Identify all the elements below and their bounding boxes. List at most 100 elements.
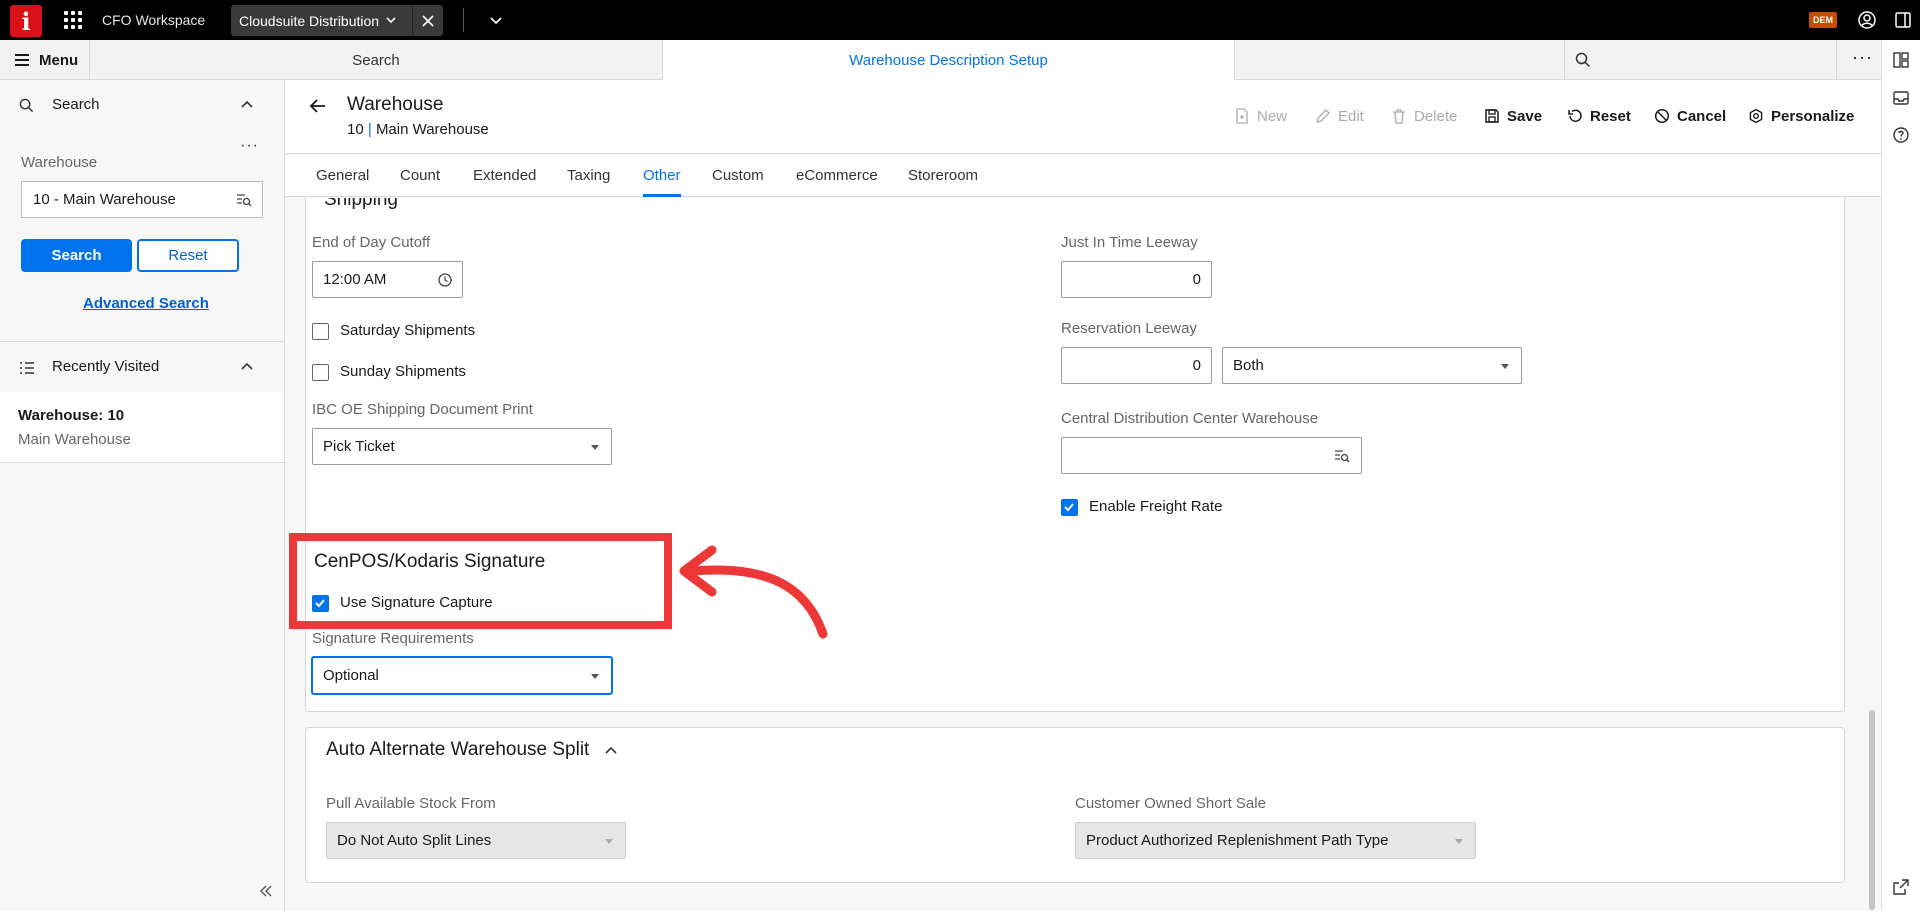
pull-stock-select[interactable]: Do Not Auto Split Lines: [326, 822, 626, 859]
saturday-shipments-label: Saturday Shipments: [340, 322, 476, 339]
pull-stock-label: Pull Available Stock From: [326, 795, 496, 812]
nav-tab-warehouse-setup[interactable]: Warehouse Description Setup: [663, 40, 1235, 80]
cancel-button[interactable]: Cancel: [1654, 105, 1726, 127]
reset-search-button[interactable]: Reset: [137, 239, 239, 272]
shipping-section-title: Shipping: [324, 198, 398, 210]
search-icon: [19, 98, 34, 113]
help-icon[interactable]: [1892, 126, 1910, 144]
enable-freight-rate-label: Enable Freight Rate: [1089, 498, 1223, 515]
search-section-header[interactable]: Search: [0, 80, 284, 130]
global-search-input[interactable]: [1564, 40, 1837, 80]
tab-count[interactable]: Count: [400, 167, 440, 197]
personalize-label: Personalize: [1771, 107, 1855, 125]
lookup-icon[interactable]: [1334, 449, 1350, 463]
layout-panels-icon[interactable]: [1892, 51, 1910, 69]
recently-visited-title: Recently Visited: [52, 358, 160, 375]
cancel-label: Cancel: [1677, 107, 1727, 125]
settings-icon: [1749, 108, 1763, 124]
new-label: New: [1257, 107, 1288, 125]
customer-short-sale-value: Product Authorized Replenishment Path Ty…: [1086, 832, 1389, 849]
open-app-tab[interactable]: Cloudsuite Distribution: [231, 5, 443, 36]
back-arrow-icon[interactable]: [309, 97, 327, 115]
chevron-up-icon[interactable]: [240, 360, 254, 374]
reservation-leeway-field[interactable]: 0: [1061, 347, 1212, 384]
jit-leeway-label: Just In Time Leeway: [1061, 234, 1198, 251]
chevron-up-icon[interactable]: [604, 744, 618, 758]
nav-tab-search[interactable]: Search: [90, 40, 663, 80]
pull-stock-value: Do Not Auto Split Lines: [337, 832, 492, 849]
new-button[interactable]: New: [1234, 105, 1287, 127]
warehouse-search-value: 10 - Main Warehouse: [33, 191, 176, 208]
jit-leeway-field[interactable]: 0: [1061, 261, 1212, 298]
tab-extended[interactable]: Extended: [473, 167, 536, 197]
saturday-shipments-checkbox[interactable]: [312, 323, 329, 340]
list-icon: [20, 362, 34, 374]
tab-general[interactable]: General: [316, 167, 369, 197]
reservation-type-value: Both: [1233, 357, 1264, 374]
collapse-panel-icon[interactable]: [258, 883, 274, 899]
tab-storeroom[interactable]: Storeroom: [908, 167, 978, 197]
external-link-icon[interactable]: [1892, 878, 1910, 896]
delete-label: Delete: [1414, 107, 1458, 125]
user-profile-icon[interactable]: [1857, 10, 1877, 30]
app-launcher-icon[interactable]: [64, 11, 82, 29]
clock-icon[interactable]: [437, 272, 453, 288]
save-icon: [1485, 109, 1499, 123]
recent-item[interactable]: Warehouse: 10 Main Warehouse: [0, 392, 284, 463]
search-icon: [1575, 52, 1591, 68]
close-tab-button[interactable]: [412, 5, 443, 36]
form-tabs: General Count Extended Taxing Other Cust…: [285, 155, 1881, 197]
inbox-icon[interactable]: [1892, 89, 1910, 107]
dropdown-caret-icon: [1455, 839, 1463, 844]
lookup-icon[interactable]: [236, 193, 252, 207]
annotation-arrow-icon: [679, 545, 828, 639]
signature-requirements-select[interactable]: Optional: [312, 657, 612, 694]
reservation-type-select[interactable]: Both: [1222, 347, 1522, 384]
customer-short-sale-select[interactable]: Product Authorized Replenishment Path Ty…: [1075, 822, 1476, 859]
search-options-icon[interactable]: ···: [240, 137, 259, 155]
search-button[interactable]: Search: [21, 239, 132, 272]
tab-other[interactable]: Other: [643, 167, 681, 197]
end-of-day-cutoff-field[interactable]: 12:00 AM: [312, 261, 463, 298]
vertical-scrollbar[interactable]: [1869, 710, 1875, 910]
sunday-shipments-checkbox[interactable]: [312, 364, 329, 381]
delete-button[interactable]: Delete: [1391, 105, 1457, 127]
customer-short-sale-label: Customer Owned Short Sale: [1075, 795, 1266, 812]
ibc-doc-print-value: Pick Ticket: [323, 438, 395, 455]
personalize-button[interactable]: Personalize: [1748, 105, 1854, 127]
more-options-icon[interactable]: ···: [1852, 48, 1872, 68]
edit-button[interactable]: Edit: [1315, 105, 1364, 127]
end-of-day-cutoff-label: End of Day Cutoff: [312, 234, 431, 251]
reset-button[interactable]: Reset: [1567, 105, 1631, 127]
tab-ecommerce[interactable]: eCommerce: [796, 167, 878, 197]
infor-logo[interactable]: i: [10, 5, 42, 37]
recently-visited-header[interactable]: Recently Visited: [0, 342, 284, 392]
save-button[interactable]: Save: [1484, 105, 1542, 127]
chevron-down-icon[interactable]: [384, 13, 398, 27]
recent-item-subtitle: Main Warehouse: [18, 431, 131, 448]
dropdown-caret-icon: [1501, 364, 1509, 369]
dropdown-caret-icon: [591, 674, 599, 679]
tabs-overflow-chevron-icon[interactable]: [488, 12, 504, 28]
main-content: Warehouse 10 | Main Warehouse New Edit D…: [285, 80, 1881, 911]
edit-label: Edit: [1338, 107, 1364, 125]
menu-button[interactable]: Menu: [0, 40, 90, 80]
open-app-tab-label: Cloudsuite Distribution: [239, 12, 380, 29]
ibc-doc-print-select[interactable]: Pick Ticket: [312, 428, 612, 465]
warehouse-search-field[interactable]: 10 - Main Warehouse: [21, 181, 263, 218]
enable-freight-rate-checkbox[interactable]: [1061, 499, 1078, 516]
tab-custom[interactable]: Custom: [712, 167, 764, 197]
tab-taxing[interactable]: Taxing: [567, 167, 610, 197]
dropdown-caret-icon: [605, 839, 613, 844]
workspace-link[interactable]: CFO Workspace: [102, 12, 205, 28]
side-panel-toggle-icon[interactable]: [1893, 10, 1913, 30]
advanced-search-link[interactable]: Advanced Search: [83, 295, 209, 312]
right-utility-rail: [1881, 40, 1920, 911]
cdc-warehouse-field[interactable]: [1061, 437, 1362, 474]
hamburger-icon: [15, 51, 29, 69]
trash-icon: [1393, 109, 1405, 124]
menu-label: Menu: [39, 51, 79, 69]
chevron-up-icon[interactable]: [240, 98, 254, 112]
auto-split-section-card: Auto Alternate Warehouse Split Pull Avai…: [305, 727, 1845, 883]
left-search-panel: Search ··· Warehouse 10 - Main Warehouse…: [0, 80, 285, 911]
